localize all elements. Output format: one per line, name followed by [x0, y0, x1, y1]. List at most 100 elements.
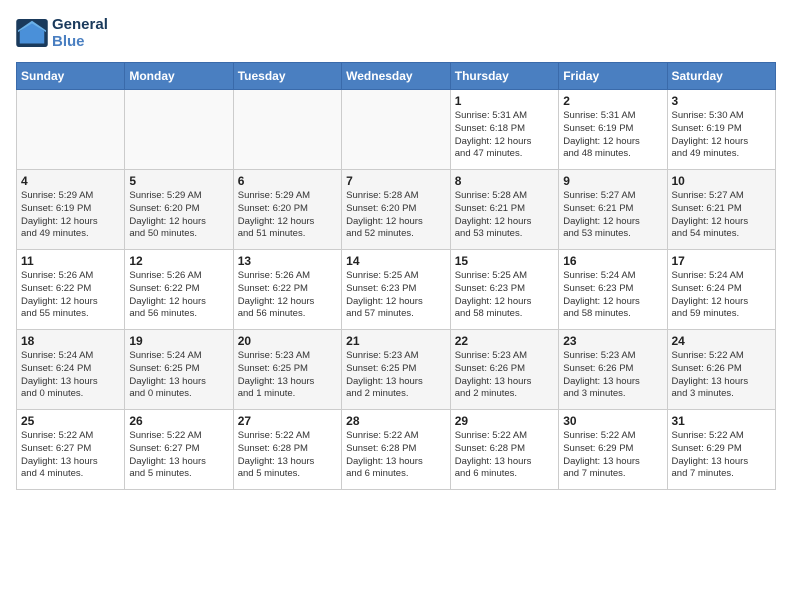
day-number: 23 — [563, 334, 662, 348]
calendar-table: SundayMondayTuesdayWednesdayThursdayFrid… — [16, 62, 776, 490]
day-number: 25 — [21, 414, 120, 428]
calendar-cell: 17 Sunrise: 5:24 AM Sunset: 6:24 PM Dayli… — [667, 250, 776, 330]
day-info: Sunrise: 5:27 AM Sunset: 6:21 PM Dayligh… — [672, 190, 772, 241]
calendar-cell: 24 Sunrise: 5:22 AM Sunset: 6:26 PM Dayli… — [667, 330, 776, 410]
day-info: Sunrise: 5:22 AM Sunset: 6:28 PM Dayligh… — [455, 430, 554, 481]
day-number: 6 — [238, 174, 337, 188]
day-info: Sunrise: 5:22 AM Sunset: 6:29 PM Dayligh… — [672, 430, 772, 481]
day-number: 30 — [563, 414, 662, 428]
calendar-cell: 21 Sunrise: 5:23 AM Sunset: 6:25 PM Dayli… — [342, 330, 451, 410]
weekday-header-wednesday: Wednesday — [342, 63, 451, 90]
calendar-cell: 25 Sunrise: 5:22 AM Sunset: 6:27 PM Dayli… — [17, 410, 125, 490]
day-info: Sunrise: 5:29 AM Sunset: 6:19 PM Dayligh… — [21, 190, 120, 241]
day-info: Sunrise: 5:24 AM Sunset: 6:24 PM Dayligh… — [21, 350, 120, 401]
day-info: Sunrise: 5:26 AM Sunset: 6:22 PM Dayligh… — [21, 270, 120, 321]
day-info: Sunrise: 5:26 AM Sunset: 6:22 PM Dayligh… — [129, 270, 228, 321]
calendar-cell: 19 Sunrise: 5:24 AM Sunset: 6:25 PM Dayli… — [125, 330, 233, 410]
calendar-cell: 16 Sunrise: 5:24 AM Sunset: 6:23 PM Dayli… — [559, 250, 667, 330]
calendar-cell: 23Sunrise: 5:23 AM Sunset: 6:26 PM Dayli… — [559, 330, 667, 410]
day-info: Sunrise: 5:25 AM Sunset: 6:23 PM Dayligh… — [346, 270, 446, 321]
day-info: Sunrise: 5:22 AM Sunset: 6:28 PM Dayligh… — [238, 430, 337, 481]
weekday-header-saturday: Saturday — [667, 63, 776, 90]
day-number: 9 — [563, 174, 662, 188]
calendar-cell: 18 Sunrise: 5:24 AM Sunset: 6:24 PM Dayli… — [17, 330, 125, 410]
day-info: Sunrise: 5:26 AM Sunset: 6:22 PM Dayligh… — [238, 270, 337, 321]
day-number: 1 — [455, 94, 554, 108]
calendar-cell: 6 Sunrise: 5:29 AM Sunset: 6:20 PM Daylig… — [233, 170, 341, 250]
day-number: 28 — [346, 414, 446, 428]
weekday-header-thursday: Thursday — [450, 63, 558, 90]
calendar-cell: 30 Sunrise: 5:22 AM Sunset: 6:29 PM Dayli… — [559, 410, 667, 490]
day-number: 8 — [455, 174, 554, 188]
calendar-cell: 12 Sunrise: 5:26 AM Sunset: 6:22 PM Dayli… — [125, 250, 233, 330]
day-number: 18 — [21, 334, 120, 348]
day-number: 24 — [672, 334, 772, 348]
calendar-cell: 1 Sunrise: 5:31 AM Sunset: 6:18 PM Daylig… — [450, 90, 558, 170]
weekday-header-tuesday: Tuesday — [233, 63, 341, 90]
calendar-cell: 13 Sunrise: 5:26 AM Sunset: 6:22 PM Dayli… — [233, 250, 341, 330]
calendar-week-row: 18 Sunrise: 5:24 AM Sunset: 6:24 PM Dayli… — [17, 330, 776, 410]
day-info: Sunrise: 5:27 AM Sunset: 6:21 PM Dayligh… — [563, 190, 662, 241]
calendar-week-row: 4Sunrise: 5:29 AM Sunset: 6:19 PM Daylig… — [17, 170, 776, 250]
calendar-cell: 15 Sunrise: 5:25 AM Sunset: 6:23 PM Dayli… — [450, 250, 558, 330]
day-number: 3 — [672, 94, 772, 108]
day-number: 7 — [346, 174, 446, 188]
calendar-cell: 2 Sunrise: 5:31 AM Sunset: 6:19 PM Daylig… — [559, 90, 667, 170]
day-info: Sunrise: 5:22 AM Sunset: 6:27 PM Dayligh… — [21, 430, 120, 481]
day-info: Sunrise: 5:24 AM Sunset: 6:23 PM Dayligh… — [563, 270, 662, 321]
day-info: Sunrise: 5:24 AM Sunset: 6:24 PM Dayligh… — [672, 270, 772, 321]
day-info: Sunrise: 5:24 AM Sunset: 6:25 PM Dayligh… — [129, 350, 228, 401]
calendar-cell: 14Sunrise: 5:25 AM Sunset: 6:23 PM Dayli… — [342, 250, 451, 330]
calendar-cell — [233, 90, 341, 170]
day-info: Sunrise: 5:31 AM Sunset: 6:18 PM Dayligh… — [455, 110, 554, 161]
day-number: 13 — [238, 254, 337, 268]
day-info: Sunrise: 5:22 AM Sunset: 6:28 PM Dayligh… — [346, 430, 446, 481]
day-info: Sunrise: 5:29 AM Sunset: 6:20 PM Dayligh… — [238, 190, 337, 241]
weekday-header-sunday: Sunday — [17, 63, 125, 90]
calendar-cell: 31 Sunrise: 5:22 AM Sunset: 6:29 PM Dayli… — [667, 410, 776, 490]
day-number: 16 — [563, 254, 662, 268]
calendar-cell: 28 Sunrise: 5:22 AM Sunset: 6:28 PM Dayli… — [342, 410, 451, 490]
day-info: Sunrise: 5:23 AM Sunset: 6:25 PM Dayligh… — [238, 350, 337, 401]
calendar-cell: 11 Sunrise: 5:26 AM Sunset: 6:22 PM Dayli… — [17, 250, 125, 330]
calendar-week-row: 1 Sunrise: 5:31 AM Sunset: 6:18 PM Daylig… — [17, 90, 776, 170]
day-info: Sunrise: 5:25 AM Sunset: 6:23 PM Dayligh… — [455, 270, 554, 321]
calendar-cell: 5 Sunrise: 5:29 AM Sunset: 6:20 PM Daylig… — [125, 170, 233, 250]
calendar-cell: 29 Sunrise: 5:22 AM Sunset: 6:28 PM Dayli… — [450, 410, 558, 490]
logo-text: General Blue — [52, 16, 108, 50]
calendar-cell: 22 Sunrise: 5:23 AM Sunset: 6:26 PM Dayli… — [450, 330, 558, 410]
weekday-header-friday: Friday — [559, 63, 667, 90]
day-number: 21 — [346, 334, 446, 348]
day-number: 22 — [455, 334, 554, 348]
calendar-cell: 10Sunrise: 5:27 AM Sunset: 6:21 PM Dayli… — [667, 170, 776, 250]
day-number: 29 — [455, 414, 554, 428]
calendar-cell — [17, 90, 125, 170]
day-info: Sunrise: 5:22 AM Sunset: 6:29 PM Dayligh… — [563, 430, 662, 481]
day-info: Sunrise: 5:23 AM Sunset: 6:26 PM Dayligh… — [455, 350, 554, 401]
calendar-cell: 4Sunrise: 5:29 AM Sunset: 6:19 PM Daylig… — [17, 170, 125, 250]
day-info: Sunrise: 5:31 AM Sunset: 6:19 PM Dayligh… — [563, 110, 662, 161]
day-number: 26 — [129, 414, 228, 428]
calendar-cell: 3Sunrise: 5:30 AM Sunset: 6:19 PM Daylig… — [667, 90, 776, 170]
day-info: Sunrise: 5:28 AM Sunset: 6:21 PM Dayligh… — [455, 190, 554, 241]
calendar-cell: 8 Sunrise: 5:28 AM Sunset: 6:21 PM Daylig… — [450, 170, 558, 250]
day-number: 2 — [563, 94, 662, 108]
day-number: 19 — [129, 334, 228, 348]
day-info: Sunrise: 5:22 AM Sunset: 6:26 PM Dayligh… — [672, 350, 772, 401]
day-number: 11 — [21, 254, 120, 268]
calendar-week-row: 11 Sunrise: 5:26 AM Sunset: 6:22 PM Dayli… — [17, 250, 776, 330]
day-number: 17 — [672, 254, 772, 268]
day-number: 15 — [455, 254, 554, 268]
weekday-header-monday: Monday — [125, 63, 233, 90]
day-info: Sunrise: 5:29 AM Sunset: 6:20 PM Dayligh… — [129, 190, 228, 241]
day-number: 27 — [238, 414, 337, 428]
logo-icon — [16, 19, 48, 47]
day-info: Sunrise: 5:23 AM Sunset: 6:25 PM Dayligh… — [346, 350, 446, 401]
day-number: 31 — [672, 414, 772, 428]
day-number: 20 — [238, 334, 337, 348]
day-number: 12 — [129, 254, 228, 268]
calendar-cell: 20 Sunrise: 5:23 AM Sunset: 6:25 PM Dayli… — [233, 330, 341, 410]
logo: General Blue — [16, 16, 108, 50]
day-number: 5 — [129, 174, 228, 188]
calendar-cell: 9 Sunrise: 5:27 AM Sunset: 6:21 PM Daylig… — [559, 170, 667, 250]
